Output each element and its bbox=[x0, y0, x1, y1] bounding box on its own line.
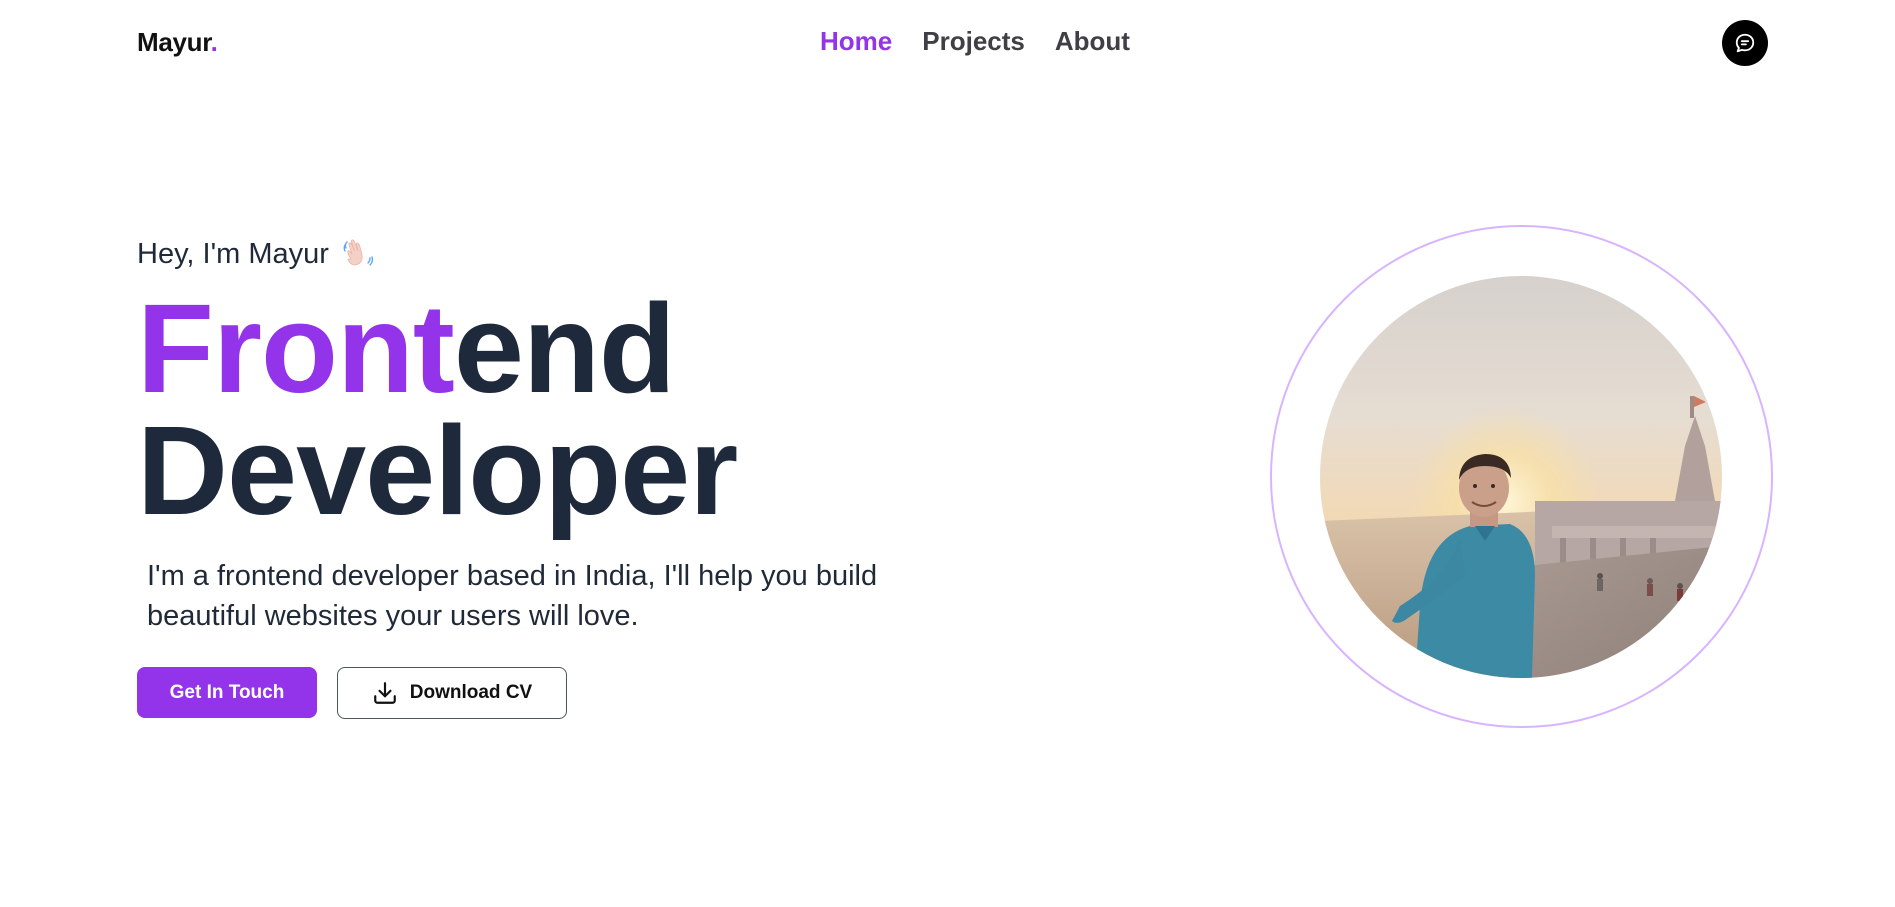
hero-headline: Frontend Developer bbox=[137, 286, 738, 534]
greeting-text: Hey, I'm Mayur bbox=[137, 237, 329, 270]
nav-link-home[interactable]: Home bbox=[820, 26, 892, 57]
download-cv-label: Download CV bbox=[409, 682, 533, 703]
waving-hand-icon bbox=[343, 239, 374, 266]
chat-button[interactable] bbox=[1722, 20, 1768, 66]
profile-photo bbox=[1320, 276, 1722, 678]
nav-link-projects[interactable]: Projects bbox=[922, 26, 1025, 57]
headline-line2: Developer bbox=[137, 400, 738, 541]
hero-description: I'm a frontend developer based in India,… bbox=[147, 560, 878, 632]
chat-bubble-icon bbox=[1735, 33, 1755, 53]
headline-rest: end bbox=[453, 278, 676, 419]
headline-accent: Front bbox=[137, 278, 455, 419]
site-logo[interactable]: Mayur. bbox=[137, 27, 218, 58]
nav-links: Home Projects About bbox=[820, 26, 1130, 57]
logo-dot: . bbox=[210, 27, 218, 57]
top-navigation: Mayur. Home Projects About bbox=[0, 0, 1895, 86]
download-cv-button[interactable]: Download CV bbox=[337, 667, 567, 719]
nav-link-about[interactable]: About bbox=[1055, 26, 1130, 57]
hero-greeting: Hey, I'm Mayur bbox=[137, 237, 375, 271]
download-icon bbox=[373, 682, 396, 704]
logo-text: Mayur bbox=[137, 27, 211, 57]
get-in-touch-button[interactable]: Get In Touch bbox=[137, 667, 317, 718]
